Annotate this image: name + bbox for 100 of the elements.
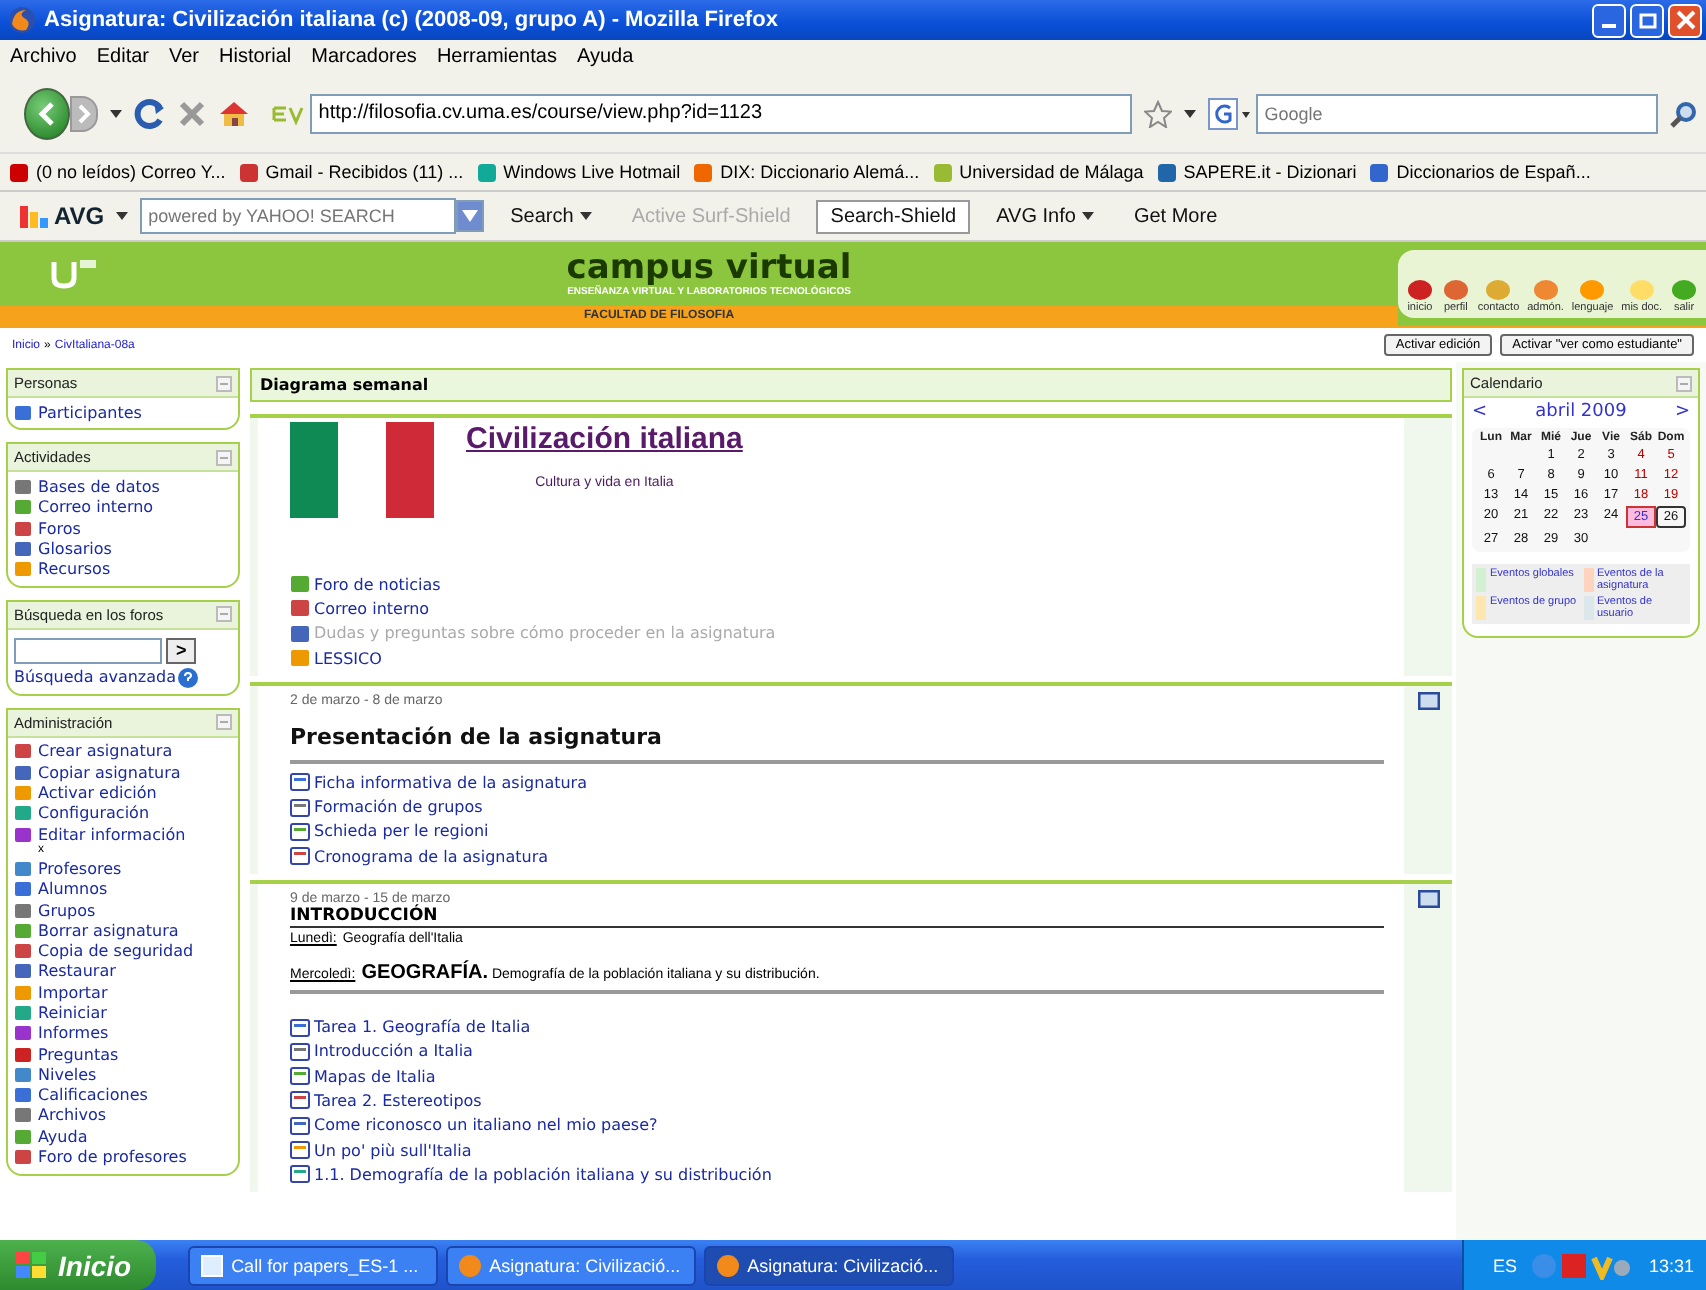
resource-link[interactable]: Cronograma de la asignatura: [314, 847, 549, 866]
sidebar-link[interactable]: Editar información: [38, 825, 186, 844]
taskbar-button[interactable]: Asignatura: Civilizació...: [703, 1245, 954, 1285]
advanced-search-link[interactable]: Búsqueda avanzada: [14, 668, 177, 687]
resource-link[interactable]: Formación de grupos: [314, 798, 483, 817]
resource-link[interactable]: 1.1. Demografía de la población italiana y su distribución: [314, 1165, 772, 1184]
bookmark[interactable]: Windows Live Hotmail: [475, 161, 681, 183]
search-field[interactable]: [14, 637, 162, 664]
browser-logo-icon: [8, 6, 36, 34]
search-engine-icon[interactable]: [1208, 97, 1253, 129]
resource-link[interactable]: Correo interno: [314, 599, 430, 618]
dropdown-button[interactable]: [456, 200, 485, 232]
language-indicator[interactable]: ES: [1492, 1255, 1517, 1275]
help-icon[interactable]: [178, 667, 199, 688]
item-icon: [290, 797, 310, 818]
minimize-button[interactable]: [1592, 3, 1626, 37]
sidebar-link[interactable]: Configuración: [38, 804, 150, 823]
sidebar-link[interactable]: Glosarios: [38, 539, 112, 558]
sidebar-link[interactable]: Recursos: [38, 560, 111, 579]
sidebar-link[interactable]: Foro de profesores: [38, 1148, 187, 1167]
bookmark[interactable]: SAPERE.it - Dizionari: [1155, 161, 1357, 183]
forward-button[interactable]: [70, 95, 99, 131]
sidebar-link[interactable]: Profesores: [38, 859, 122, 878]
site-icon: [237, 161, 260, 183]
search-icon[interactable]: [1670, 99, 1699, 127]
sidebar-link[interactable]: Ayuda: [38, 1127, 88, 1146]
sidebar-link[interactable]: Alumnos: [38, 880, 108, 899]
toolbar-button[interactable]: Search: [496, 199, 606, 233]
course-title[interactable]: Civilización italiana: [466, 422, 743, 456]
sidebar-link[interactable]: Correo interno: [38, 498, 154, 517]
month-title[interactable]: abril 2009: [1535, 402, 1627, 422]
bookmark[interactable]: DIX: Diccionario Alemá...: [692, 161, 920, 183]
resource-link[interactable]: Tarea 2. Estereotipos: [314, 1091, 482, 1110]
resource-link[interactable]: Tarea 1. Geografía de Italia: [314, 1018, 531, 1037]
caret-icon[interactable]: [110, 109, 123, 117]
shortcut-icon: [1670, 278, 1699, 302]
menu-item[interactable]: Marcadores: [311, 46, 417, 68]
reload-icon[interactable]: [134, 97, 167, 129]
bookmark[interactable]: Diccionarios de Españ...: [1368, 161, 1591, 183]
menu-item[interactable]: Archivo: [10, 46, 77, 68]
resource-link[interactable]: Un po' più sull'Italia: [314, 1141, 472, 1159]
bookmark[interactable]: (0 no leídos) Correo Y...: [8, 161, 226, 183]
sidebar-link[interactable]: Preguntas: [38, 1045, 119, 1064]
sidebar-link[interactable]: Reiniciar: [38, 1003, 107, 1022]
tray-icons-drawing[interactable]: [1532, 1251, 1633, 1279]
sidebar-link[interactable]: Bases de datos: [38, 477, 160, 496]
item-icon: [14, 403, 32, 422]
sidebar-link[interactable]: Restaurar: [38, 962, 116, 981]
search-field[interactable]: powered by YAHOO! SEARCH: [140, 198, 457, 234]
menu-item[interactable]: Herramientas: [436, 46, 557, 68]
sidebar-link[interactable]: Importar: [38, 983, 108, 1002]
previous-month-link[interactable]: <: [1472, 402, 1488, 422]
search-button[interactable]: >: [166, 637, 197, 664]
bookmark[interactable]: Universidad de Málaga: [931, 161, 1144, 183]
menu-item[interactable]: Ayuda: [576, 46, 634, 68]
sidebar-link[interactable]: Activar edición: [38, 784, 157, 803]
bookmark[interactable]: Gmail - Recibidos (11) ...: [237, 161, 464, 183]
caret-icon[interactable]: [1184, 109, 1197, 117]
maximize-icon: [1637, 10, 1657, 30]
next-month-link[interactable]: >: [1674, 402, 1690, 422]
resource-link[interactable]: Introducción a Italia: [314, 1042, 473, 1061]
menu-item[interactable]: Editar: [96, 46, 149, 68]
sidebar-link[interactable]: Copia de seguridad: [38, 942, 194, 961]
toolbar-button[interactable]: Search-Shield: [816, 199, 971, 233]
resource-link[interactable]: LESSICO: [314, 649, 382, 668]
menu-item[interactable]: Historial: [219, 46, 292, 68]
caret-icon[interactable]: [116, 212, 129, 220]
resource-link[interactable]: Schieda per le regioni: [314, 822, 489, 841]
sidebar-link[interactable]: Participantes: [38, 403, 142, 422]
search-field[interactable]: Google: [1256, 93, 1659, 133]
back-button[interactable]: [24, 87, 71, 139]
home-icon[interactable]: [218, 97, 251, 129]
app-icon: [199, 1253, 224, 1277]
resource-link[interactable]: Foro de noticias: [314, 575, 441, 594]
sidebar-link[interactable]: Crear asignatura: [38, 742, 173, 761]
sidebar-link[interactable]: Informes: [38, 1024, 109, 1043]
sidebar-link[interactable]: Grupos: [38, 901, 96, 919]
star-icon[interactable]: [1144, 99, 1173, 127]
toolbar-button[interactable]: Get More: [1119, 199, 1232, 233]
close-button[interactable]: [1668, 3, 1702, 37]
sidebar-link[interactable]: Copiar asignatura: [38, 763, 181, 782]
caret-icon: [1081, 212, 1094, 220]
address-field[interactable]: http://filosofia.cv.uma.es/course/view.php?id=1123: [310, 93, 1133, 133]
app-icon: [457, 1253, 482, 1277]
resource-link[interactable]: Come riconosco un italiano nel mio paese?: [314, 1116, 658, 1135]
caret-icon: [579, 212, 592, 220]
menu-item[interactable]: Ver: [168, 46, 199, 68]
sidebar-link[interactable]: Foros: [38, 519, 81, 538]
toolbar-button[interactable]: AVG Info: [982, 199, 1108, 233]
start-button[interactable]: Inicio: [0, 1240, 156, 1290]
taskbar-button[interactable]: Call for papers_ES-1 ...: [187, 1245, 438, 1285]
maximize-button[interactable]: [1630, 3, 1664, 37]
sidebar-link[interactable]: Archivos: [38, 1106, 107, 1125]
sidebar-link[interactable]: Calificaciones: [38, 1086, 148, 1105]
taskbar-button[interactable]: Asignatura: Civilizació...: [445, 1245, 696, 1285]
resource-link[interactable]: Mapas de Italia: [314, 1067, 436, 1086]
resource-link[interactable]: Ficha informativa de la asignatura: [314, 773, 587, 792]
sidebar-link[interactable]: Niveles: [38, 1065, 97, 1084]
item-icon: [290, 623, 310, 644]
sidebar-link[interactable]: Borrar asignatura: [38, 921, 179, 940]
